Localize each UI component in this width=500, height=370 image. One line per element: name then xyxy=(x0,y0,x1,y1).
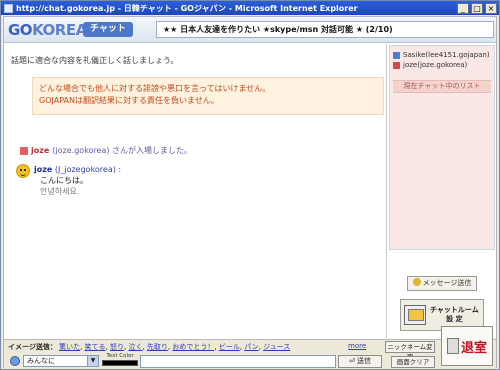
ie-icon xyxy=(4,3,13,13)
input-bar: イメージ送信： 驚いた, 笑てる, 怒り, 泣く, 先取り, おめでとう！, ビ… xyxy=(4,326,496,368)
title-bar: http://chat.gokorea.jp - 日韓チャット - GOジャパン… xyxy=(1,1,499,15)
emote-link-beer[interactable]: ビール xyxy=(219,343,240,351)
user-name: joze(joze.gokorea) xyxy=(403,61,468,69)
message-icon xyxy=(412,278,421,286)
target-icon xyxy=(10,356,20,366)
exit-label: 退室 xyxy=(460,340,487,356)
chat-log[interactable]: 話題に適合な内容を礼儀正しく話しましょう。 どんな場合でも他人に対する誹謗や悪口… xyxy=(4,44,385,338)
chevron-down-icon[interactable]: ▼ xyxy=(87,356,98,366)
entered-text: (joze.gokorea) さんが入場しました。 xyxy=(52,146,193,155)
text-color-swatch[interactable] xyxy=(102,360,138,366)
page-content: GOKOREA チャット ★★ 日本人友達を作りたい ★skype/msn 対話… xyxy=(3,16,497,368)
window-title: http://chat.gokorea.jp - 日韓チャット - GOジャパン… xyxy=(16,3,358,13)
send-message-label: メッセージ送信 xyxy=(422,279,472,287)
user-list: Sasike(lee4151.gojapan) joze(joze.gokore… xyxy=(389,45,495,250)
recipient-value: みんなに xyxy=(27,357,55,365)
entry-notice: joze (joze.gokorea) さんが入場しました。 xyxy=(20,145,192,156)
tab-chat[interactable]: チャット xyxy=(83,22,133,37)
nickname-change-button[interactable]: ニックネーム変更 xyxy=(385,341,435,361)
chat-message: joze (J_jozegokorea) : こんにちは。 안녕하세요. xyxy=(16,164,121,197)
send-button[interactable]: ⏎ 送信 xyxy=(338,355,382,368)
notice-line-2: GOJAPANは翻訳結果に対する責任を負いません。 xyxy=(39,96,219,105)
text-color-picker[interactable]: Text Color xyxy=(102,353,138,367)
close-button[interactable]: × xyxy=(485,2,497,14)
message-header: joze (J_jozegokorea) : xyxy=(34,164,121,175)
user-icon xyxy=(20,146,28,155)
send-icon: ⏎ xyxy=(348,357,355,365)
maximize-button[interactable]: □ xyxy=(471,2,483,14)
emote-row: イメージ送信： 驚いた, 笑てる, 怒り, 泣く, 先取り, おめでとう！, ビ… xyxy=(8,343,291,351)
message-translation: 안녕하세요. xyxy=(40,187,80,196)
user-icon xyxy=(393,61,400,69)
computer-icon xyxy=(404,305,426,325)
logo-go: GO xyxy=(8,21,33,39)
message-body: joze (J_jozegokorea) : こんにちは。 안녕하세요. xyxy=(34,164,121,197)
send-label: 送信 xyxy=(357,357,372,365)
gokorea-logo[interactable]: GOKOREA xyxy=(8,21,87,39)
chatroom-settings-label: チャットルーム 設 定 xyxy=(430,306,479,324)
user-list-item[interactable]: Sasike(lee4151.gojapan) xyxy=(393,50,491,60)
door-icon xyxy=(446,338,459,354)
message-text: こんにちは。 xyxy=(40,176,88,185)
notice-line-1: どんな場合でも他人に対する誹謗や悪口を言ってはいけません。 xyxy=(39,84,271,93)
room-title: ★★ 日本人友達を作りたい ★skype/msn 対話可能 ★ (2/10) xyxy=(156,21,494,38)
browser-window: http://chat.gokorea.jp - 日韓チャット - GOジャパン… xyxy=(0,0,500,370)
emote-label: イメージ送信： xyxy=(8,343,57,351)
user-name: Sasike(lee4151.gojapan) xyxy=(403,51,490,59)
chatroom-settings-line-1: チャットルーム xyxy=(430,306,479,314)
chat-header: GOKOREA チャット ★★ 日本人友達を作りたい ★skype/msn 対話… xyxy=(4,17,496,43)
emote-link-first[interactable]: 先取り xyxy=(147,343,168,351)
logo-korea: KOREA xyxy=(32,21,87,39)
exit-room-button[interactable]: 退室 xyxy=(441,326,493,366)
emote-link-bread[interactable]: パン xyxy=(244,343,258,351)
emote-link-crying[interactable]: 泣く xyxy=(128,343,142,351)
emote-link-juice[interactable]: ジュース xyxy=(263,343,290,351)
emote-link-angry[interactable]: 怒り xyxy=(110,343,124,351)
emote-link-surprised[interactable]: 驚いた xyxy=(59,343,80,351)
side-panel: Sasike(lee4151.gojapan) joze(joze.gokore… xyxy=(386,44,496,338)
emote-link-laughing[interactable]: 笑てる xyxy=(85,343,106,351)
message-input[interactable] xyxy=(140,355,336,368)
recipient-select[interactable]: みんなに ▼ xyxy=(23,355,99,367)
smiley-icon xyxy=(16,164,30,178)
text-color-label: Text Color xyxy=(106,353,134,359)
user-list-item[interactable]: joze(joze.gokorea) xyxy=(393,60,491,70)
current-chat-list-label: 現在チャット中のリスト xyxy=(393,80,491,93)
notice-box: どんな場合でも他人に対する誹謗や悪口を言ってはいけません。 GOJAPANは翻訳… xyxy=(32,77,384,115)
message-sender-id: (J_jozegokorea) : xyxy=(54,165,122,174)
user-icon xyxy=(393,51,400,59)
minimize-button[interactable]: _ xyxy=(457,2,469,14)
chatroom-settings-line-2: 設 定 xyxy=(446,315,463,323)
guide-text: 話題に適合な内容を礼儀正しく話しましょう。 xyxy=(11,56,179,65)
message-sender: joze xyxy=(34,165,53,174)
entered-username: joze xyxy=(31,146,50,155)
more-emotes-link[interactable]: more xyxy=(348,342,366,350)
emote-link-congrats[interactable]: おめでとう！ xyxy=(172,343,214,351)
window-controls: _ □ × xyxy=(457,2,499,14)
send-message-button[interactable]: メッセージ送信 xyxy=(407,276,477,291)
clear-screen-button[interactable]: 画面クリア xyxy=(391,356,435,368)
